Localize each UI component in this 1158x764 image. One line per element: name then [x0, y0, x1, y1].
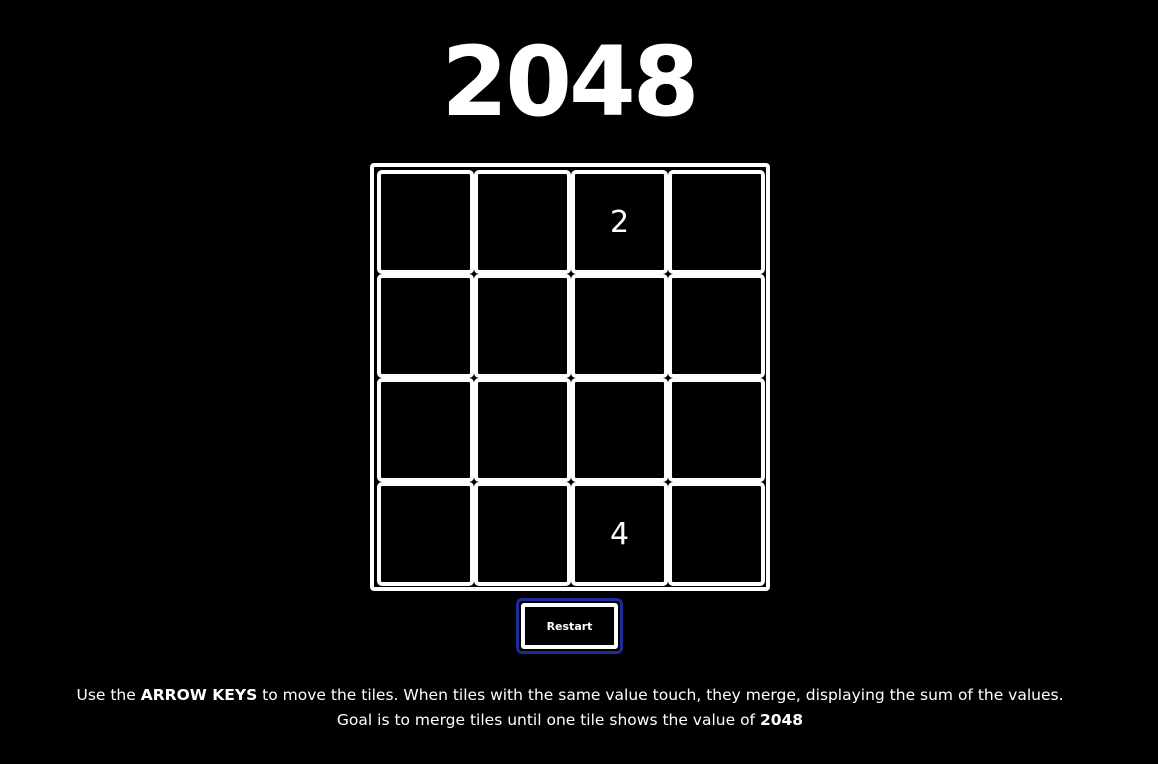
board-cell: [668, 378, 765, 482]
goal-value: 2048: [759, 711, 804, 729]
arrow-keys-label: ARROW KEYS: [140, 686, 258, 704]
board-cell: [377, 170, 474, 274]
board-cell: [474, 482, 571, 586]
board-cell: [377, 378, 474, 482]
board-cell: 2: [571, 170, 668, 274]
board-cell: [474, 274, 571, 378]
board-cell: [571, 378, 668, 482]
board-cell: [668, 170, 765, 274]
board-cell: [668, 274, 765, 378]
board-cell: [377, 482, 474, 586]
tile-grid: 24: [377, 170, 765, 586]
restart-button-label: Restart: [521, 603, 618, 649]
game-title: 2048: [441, 26, 699, 138]
instructions-line-2: Goal is to merge tiles until one tile sh…: [0, 708, 1140, 733]
instructions-line-1-prefix: Use the: [76, 686, 141, 704]
board-cell: [668, 482, 765, 586]
instructions-line-1: Use the ARROW KEYS to move the tiles. Wh…: [0, 683, 1140, 708]
board-cell: [474, 378, 571, 482]
game-board: 24: [370, 163, 770, 591]
game-page: 2048 24 Restart Use the ARROW KEYS to mo…: [0, 0, 1158, 764]
board-cell: [474, 170, 571, 274]
board-cell: [377, 274, 474, 378]
instructions-line-2-prefix: Goal is to merge tiles until one tile sh…: [336, 711, 760, 729]
instructions-line-1-suffix: to move the tiles. When tiles with the s…: [257, 686, 1064, 704]
restart-button[interactable]: Restart: [516, 598, 623, 654]
instructions: Use the ARROW KEYS to move the tiles. Wh…: [0, 683, 1140, 733]
board-cell: [571, 274, 668, 378]
board-cell: 4: [571, 482, 668, 586]
